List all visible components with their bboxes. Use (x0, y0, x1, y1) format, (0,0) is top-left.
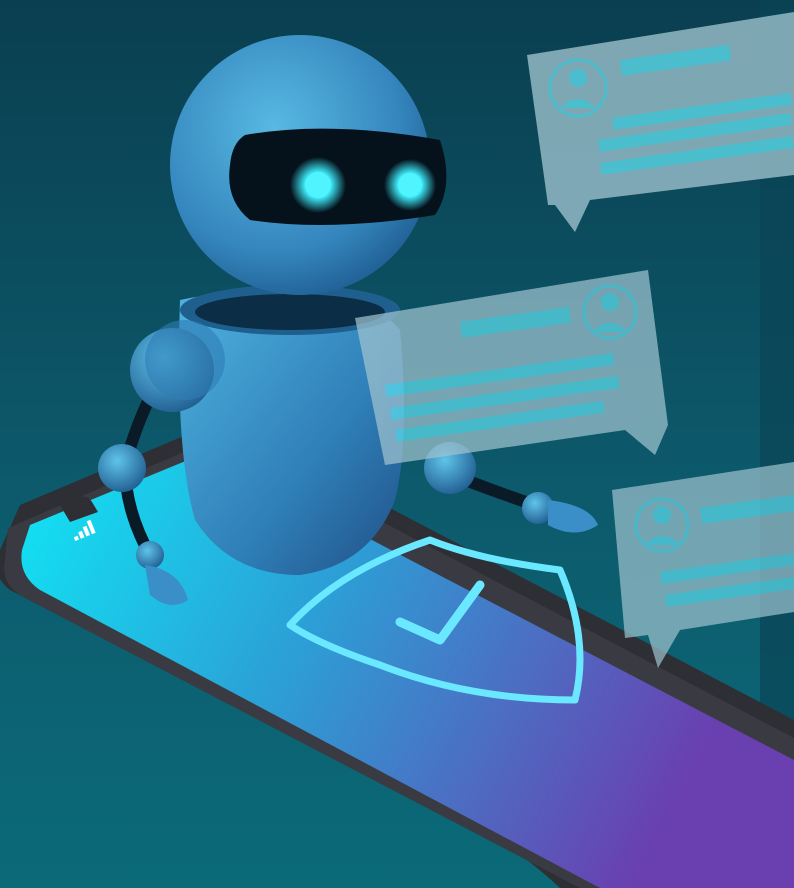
illustration-canvas (0, 0, 794, 888)
chatbot-illustration (0, 0, 794, 888)
